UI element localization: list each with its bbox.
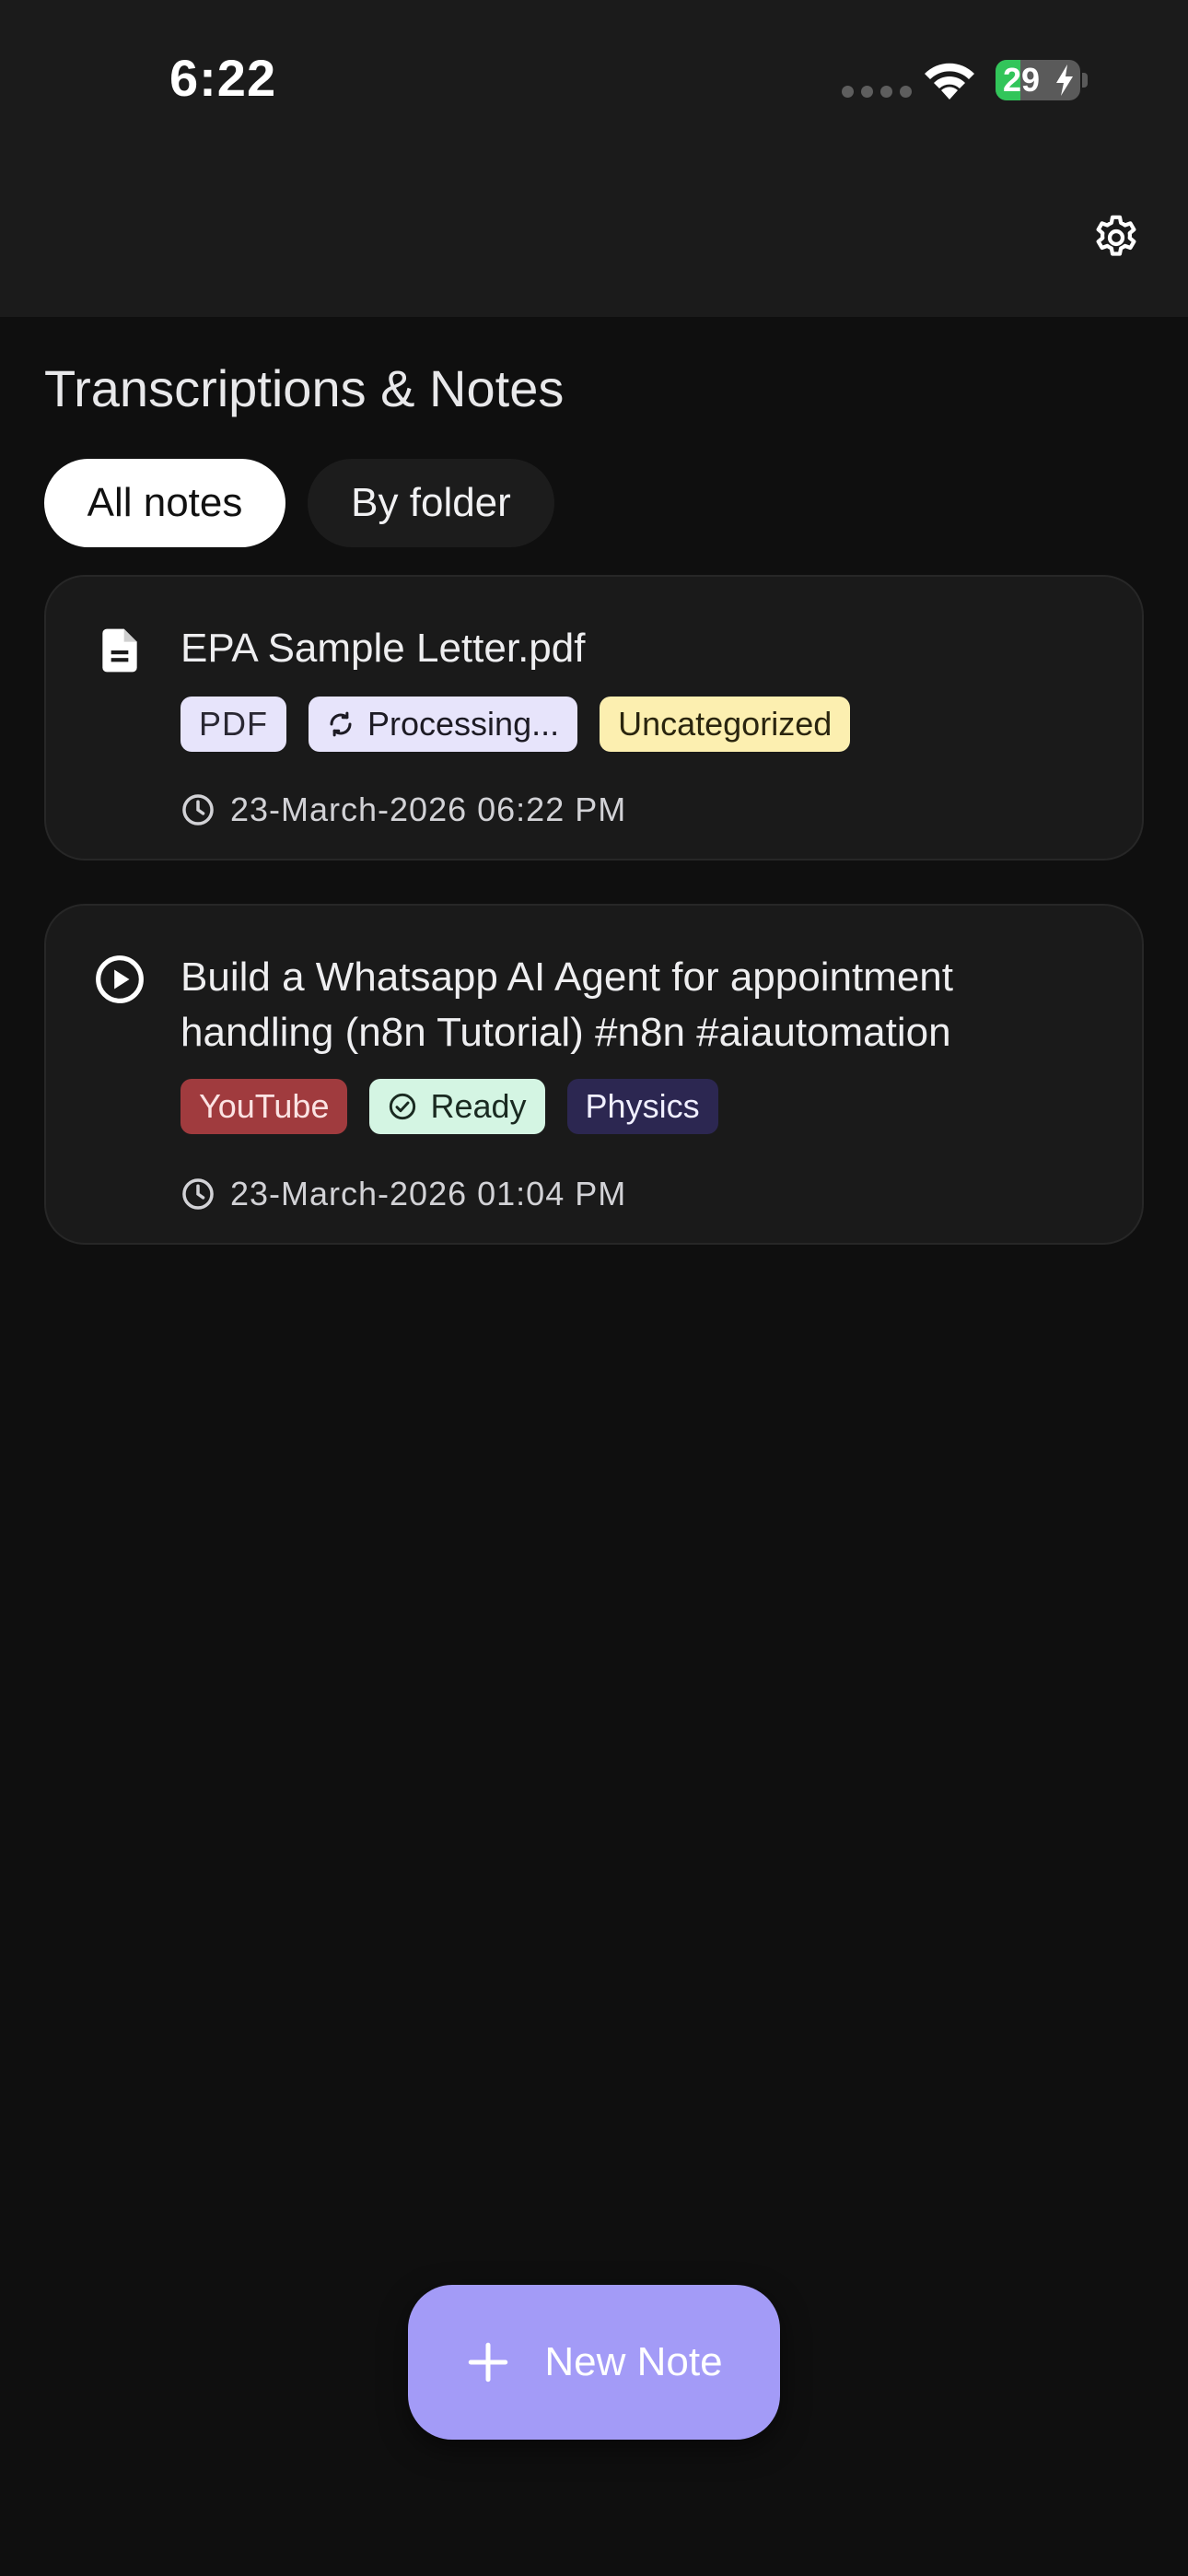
gear-icon bbox=[1096, 215, 1136, 256]
new-note-button[interactable]: New Note bbox=[408, 2285, 780, 2440]
clock-icon bbox=[182, 794, 214, 825]
charging-bolt-icon bbox=[1056, 64, 1073, 96]
note-timestamp: 23-March-2026 06:22 PM bbox=[181, 790, 626, 829]
tab-by-folder[interactable]: By folder bbox=[308, 459, 554, 547]
battery-cap bbox=[1082, 73, 1088, 88]
status-badge-label: Processing... bbox=[367, 705, 560, 743]
note-card[interactable]: Build a Whatsapp AI Agent for appointmen… bbox=[44, 904, 1144, 1245]
note-timestamp-text: 23-March-2026 06:22 PM bbox=[230, 790, 627, 828]
settings-button[interactable] bbox=[1087, 208, 1146, 267]
wifi-icon bbox=[925, 63, 974, 100]
note-title: EPA Sample Letter.pdf bbox=[181, 626, 586, 671]
folder-badge: Uncategorized bbox=[600, 697, 851, 752]
play-circle-icon bbox=[96, 955, 144, 1003]
sync-icon bbox=[330, 711, 352, 737]
view-tabs: All notes By folder bbox=[44, 459, 554, 547]
battery-percent: 29 bbox=[1003, 61, 1041, 99]
status-time: 6:22 bbox=[169, 49, 277, 107]
source-badge: YouTube bbox=[181, 1079, 348, 1134]
page-title: Transcriptions & Notes bbox=[44, 359, 565, 417]
note-timestamp: 23-March-2026 01:04 PM bbox=[181, 1175, 626, 1213]
note-title: Build a Whatsapp AI Agent for appointmen… bbox=[181, 954, 953, 1055]
check-circle-icon bbox=[390, 1093, 416, 1120]
cellular-signal-icon bbox=[842, 86, 912, 98]
document-icon bbox=[102, 628, 137, 673]
status-badge: Ready bbox=[369, 1079, 545, 1134]
source-badge: PDF bbox=[181, 697, 286, 752]
app-header: 6:22 29 bbox=[0, 0, 1188, 317]
folder-badge: Physics bbox=[566, 1079, 718, 1134]
tab-all-notes[interactable]: All notes bbox=[44, 459, 285, 547]
battery-indicator: 29 bbox=[996, 60, 1080, 100]
status-badge-label: Ready bbox=[430, 1087, 527, 1125]
new-note-label: New Note bbox=[544, 2339, 723, 2384]
note-card[interactable]: EPA Sample Letter.pdf PDF Processing... … bbox=[44, 575, 1144, 861]
note-badges: YouTube Ready Physics bbox=[181, 1079, 718, 1134]
plus-icon bbox=[469, 2342, 508, 2383]
note-timestamp-text: 23-March-2026 01:04 PM bbox=[230, 1175, 627, 1212]
status-badge: Processing... bbox=[309, 697, 578, 752]
note-badges: PDF Processing... Uncategorized bbox=[181, 697, 851, 752]
clock-icon bbox=[182, 1178, 214, 1210]
